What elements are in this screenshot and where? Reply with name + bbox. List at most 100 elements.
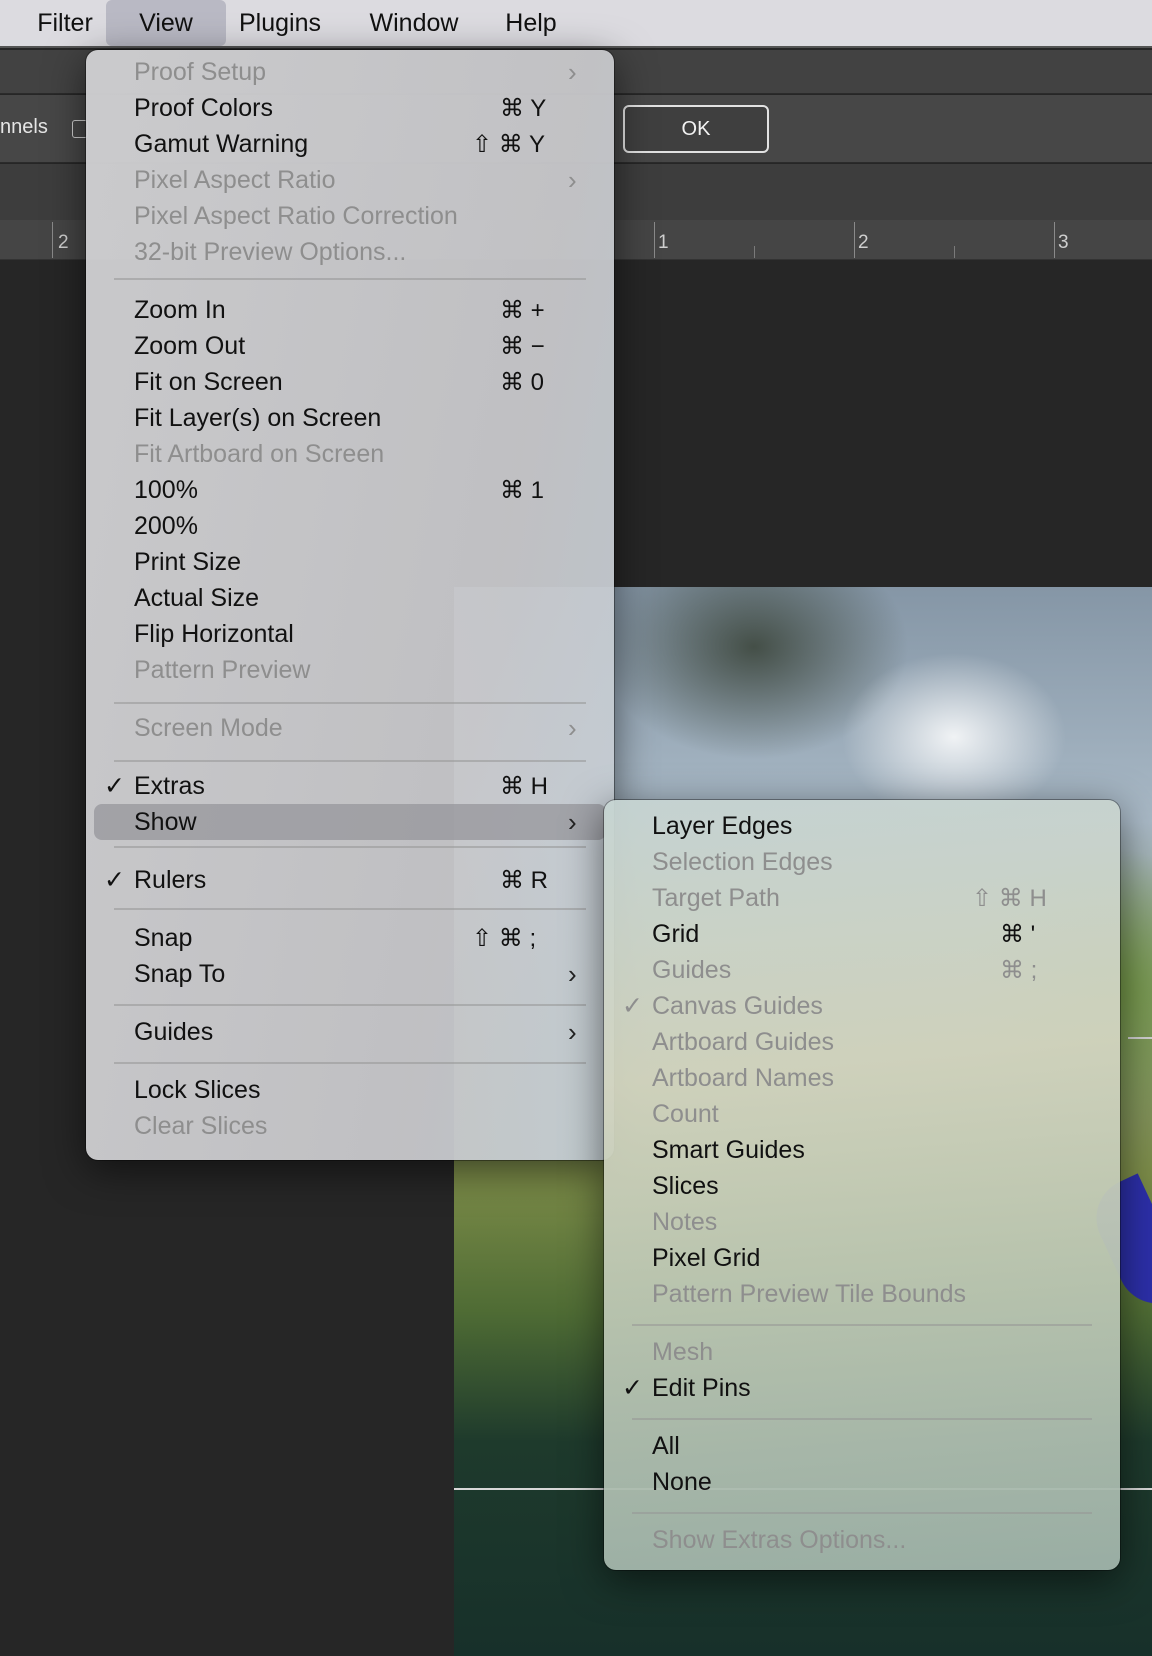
menu-separator: [114, 702, 586, 704]
menu-item-shortcut: ⌘ R: [500, 866, 548, 894]
view-menu-item-extras[interactable]: ✓ Extras ⌘ H: [86, 768, 614, 804]
menu-item-shortcut: ⌘ 1: [500, 476, 545, 504]
menu-window[interactable]: Window: [356, 0, 472, 46]
show-menu-item-notes: Notes: [604, 1204, 1120, 1240]
ruler-label: 2: [858, 232, 869, 253]
menu-item-shortcut: ⌘ ;: [1000, 956, 1038, 984]
view-menu-item-rulers[interactable]: ✓ Rulers ⌘ R: [86, 862, 614, 898]
menu-item-label: 200%: [134, 511, 198, 540]
view-menu-item-flip-horizontal[interactable]: Flip Horizontal: [86, 616, 614, 652]
ruler-major-tick: [1054, 222, 1055, 258]
menu-item-label: Show Extras Options...: [652, 1525, 907, 1554]
menu-item-label: Pixel Aspect Ratio Correction: [134, 201, 458, 230]
show-menu-item-smart-guides[interactable]: Smart Guides: [604, 1132, 1120, 1168]
view-menu-item-print-size[interactable]: Print Size: [86, 544, 614, 580]
menu-item-label: All: [652, 1431, 680, 1460]
show-menu-item-artboard-guides: Artboard Guides: [604, 1024, 1120, 1060]
menu-item-label: 100%: [134, 475, 198, 504]
menu-item-label: Lock Slices: [134, 1075, 261, 1104]
menu-item-label: Rulers: [134, 865, 207, 894]
chevron-right-icon: ›: [568, 958, 577, 989]
view-menu-item-200[interactable]: 200%: [86, 508, 614, 544]
view-menu-item-pixel-aspect-ratio-correction: Pixel Aspect Ratio Correction: [86, 198, 614, 234]
ruler-minor-tick: [754, 246, 755, 258]
menu-item-label: Guides: [134, 1017, 214, 1046]
menu-item-label: Count: [652, 1099, 719, 1128]
menu-item-label: Fit Artboard on Screen: [134, 439, 385, 468]
view-menu-item-proof-colors[interactable]: Proof Colors ⌘ Y: [86, 90, 614, 126]
chevron-right-icon: ›: [568, 164, 577, 195]
menu-help[interactable]: Help: [496, 0, 566, 46]
menu-separator: [114, 1062, 586, 1064]
menu-plugins[interactable]: Plugins: [228, 0, 332, 46]
menu-item-label: Pixel Aspect Ratio: [134, 165, 336, 194]
view-menu-item-actual-size[interactable]: Actual Size: [86, 580, 614, 616]
menu-item-label: Show: [134, 807, 197, 836]
menu-separator: [632, 1512, 1092, 1514]
show-menu-item-grid[interactable]: Grid ⌘ ': [604, 916, 1120, 952]
view-menu-item-snap-to[interactable]: Snap To ›: [86, 956, 614, 992]
menu-bar: Filter View Plugins Window Help: [0, 0, 1152, 48]
view-menu: Proof Setup › Proof Colors ⌘ Y Gamut Warning…: [86, 50, 614, 1160]
show-menu-item-pixel-grid[interactable]: Pixel Grid: [604, 1240, 1120, 1276]
menu-separator: [114, 908, 586, 910]
menu-item-label: Guides: [652, 955, 732, 984]
menu-view[interactable]: View: [106, 0, 226, 46]
menu-item-label: Proof Colors: [134, 93, 273, 122]
view-menu-item-show[interactable]: Show ›: [86, 804, 614, 840]
view-menu-item-proof-setup: Proof Setup ›: [86, 54, 614, 90]
menu-item-label: Slices: [652, 1171, 719, 1200]
menu-item-label: Grid: [652, 919, 700, 948]
show-menu-item-slices[interactable]: Slices: [604, 1168, 1120, 1204]
menu-item-shortcut: ⇧ ⌘ H: [972, 884, 1047, 912]
show-menu-item-none[interactable]: None: [604, 1464, 1120, 1500]
menu-separator: [632, 1324, 1092, 1326]
menu-item-label: Print Size: [134, 547, 241, 576]
show-menu-item-layer-edges[interactable]: Layer Edges: [604, 808, 1120, 844]
ruler-label: 3: [1058, 232, 1069, 253]
ruler-minor-tick: [954, 246, 955, 258]
menu-item-label: Snap: [134, 923, 193, 952]
menu-item-label: Extras: [134, 771, 205, 800]
view-menu-item-fit-artboard-on-screen: Fit Artboard on Screen: [86, 436, 614, 472]
menu-item-label: Edit Pins: [652, 1373, 751, 1402]
view-menu-item-lock-slices[interactable]: Lock Slices: [86, 1072, 614, 1108]
menu-item-shortcut: ⌘ Y: [500, 94, 547, 122]
view-menu-item-clear-slices: Clear Slices: [86, 1108, 614, 1144]
view-menu-item-100[interactable]: 100% ⌘ 1: [86, 472, 614, 508]
show-menu-item-selection-edges: Selection Edges: [604, 844, 1120, 880]
view-menu-item-zoom-out[interactable]: Zoom Out ⌘ −: [86, 328, 614, 364]
menu-separator: [114, 846, 586, 848]
ruler-label: 1: [658, 232, 669, 253]
checkmark-icon: ✓: [622, 992, 643, 1020]
menu-item-shortcut: ⇧ ⌘ Y: [472, 130, 546, 158]
show-menu-item-all[interactable]: All: [604, 1428, 1120, 1464]
menu-item-label: Actual Size: [134, 583, 260, 612]
view-menu-item-zoom-in[interactable]: Zoom In ⌘ +: [86, 292, 614, 328]
show-menu-item-guides: Guides ⌘ ;: [604, 952, 1120, 988]
view-menu-item-guides[interactable]: Guides ›: [86, 1014, 614, 1050]
show-menu-item-count: Count: [604, 1096, 1120, 1132]
menu-item-label: Layer Edges: [652, 811, 793, 840]
ok-button[interactable]: OK: [623, 105, 769, 153]
view-menu-item-fit-on-screen[interactable]: Fit on Screen ⌘ 0: [86, 364, 614, 400]
menu-filter[interactable]: Filter: [22, 0, 108, 46]
checkmark-icon: ✓: [622, 1374, 643, 1402]
view-menu-item-snap[interactable]: Snap ⇧ ⌘ ;: [86, 920, 614, 956]
show-submenu: Layer Edges Selection Edges Target Path ⇧ ⌘…: [604, 800, 1120, 1570]
show-menu-item-edit-pins[interactable]: ✓ Edit Pins: [604, 1370, 1120, 1406]
ruler-major-tick: [854, 222, 855, 258]
menu-item-shortcut: ⌘ H: [500, 772, 548, 800]
chevron-right-icon: ›: [568, 712, 577, 743]
view-menu-item-fit-layer-s-on-screen[interactable]: Fit Layer(s) on Screen: [86, 400, 614, 436]
menu-item-label: Proof Setup: [134, 57, 267, 86]
checkmark-icon: ✓: [104, 772, 125, 800]
view-menu-item-pixel-aspect-ratio: Pixel Aspect Ratio ›: [86, 162, 614, 198]
checkmark-icon: ✓: [104, 866, 125, 894]
show-menu-item-mesh: Mesh: [604, 1334, 1120, 1370]
menu-item-label: Screen Mode: [134, 713, 283, 742]
menu-item-label: Fit on Screen: [134, 367, 283, 396]
view-menu-item-gamut-warning[interactable]: Gamut Warning ⇧ ⌘ Y: [86, 126, 614, 162]
show-menu-item-canvas-guides: ✓ Canvas Guides: [604, 988, 1120, 1024]
show-menu-item-artboard-names: Artboard Names: [604, 1060, 1120, 1096]
